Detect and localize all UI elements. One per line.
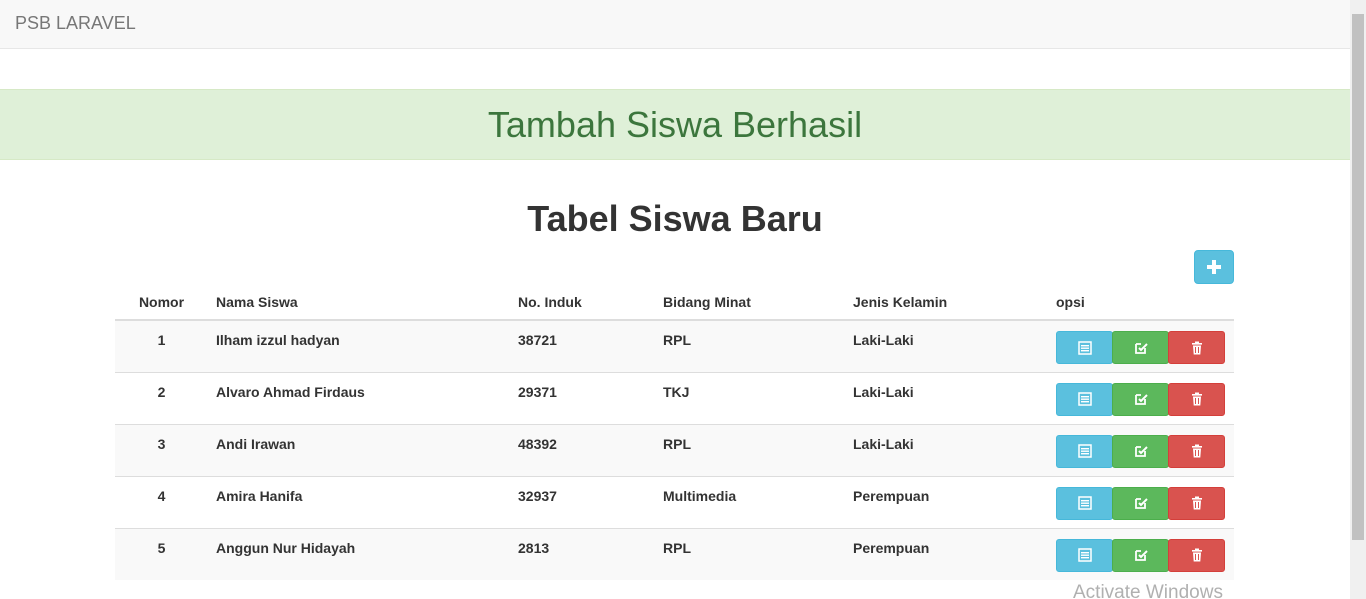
- action-button-group: [1056, 486, 1234, 520]
- cell-nama-siswa: Alvaro Ahmad Firdaus: [216, 371, 518, 424]
- header-opsi: opsi: [1056, 284, 1234, 321]
- action-button-group: [1056, 331, 1234, 364]
- brand-link[interactable]: PSB LARAVEL: [15, 13, 136, 34]
- table-header-row: Nomor Nama Siswa No. Induk Bidang Minat …: [115, 284, 1234, 321]
- edit-button[interactable]: [1112, 434, 1169, 468]
- detail-button[interactable]: [1056, 434, 1113, 468]
- cell-nomor: 1: [115, 320, 216, 372]
- delete-button[interactable]: [1168, 382, 1225, 416]
- add-student-button[interactable]: [1194, 250, 1234, 284]
- cell-jenis-kelamin: Perempuan: [853, 527, 1056, 580]
- cell-bidang-minat: Multimedia: [663, 475, 853, 528]
- cell-no-induk: 2813: [518, 527, 663, 580]
- detail-button[interactable]: [1056, 486, 1113, 520]
- windows-activation-watermark: Activate Windows: [1073, 582, 1223, 599]
- action-button-group: [1056, 538, 1234, 572]
- cell-opsi: [1056, 527, 1234, 580]
- detail-button[interactable]: [1056, 331, 1113, 364]
- cell-bidang-minat: TKJ: [663, 371, 853, 424]
- edit-icon: [1134, 392, 1148, 406]
- cell-jenis-kelamin: Laki-Laki: [853, 371, 1056, 424]
- edit-button[interactable]: [1112, 331, 1169, 364]
- cell-opsi: [1056, 475, 1234, 528]
- cell-nama-siswa: Andi Irawan: [216, 423, 518, 476]
- cell-no-induk: 29371: [518, 371, 663, 424]
- plus-icon: [1207, 260, 1221, 274]
- cell-bidang-minat: RPL: [663, 423, 853, 476]
- list-icon: [1077, 392, 1092, 406]
- cell-no-induk: 32937: [518, 475, 663, 528]
- page-title: Tabel Siswa Baru: [527, 198, 823, 239]
- table-row: 4 Amira Hanifa 32937 Multimedia Perempuan: [115, 475, 1234, 528]
- header-jenis-kelamin: Jenis Kelamin: [853, 284, 1056, 321]
- trash-icon: [1190, 392, 1204, 406]
- student-table: Nomor Nama Siswa No. Induk Bidang Minat …: [115, 284, 1234, 580]
- delete-button[interactable]: [1168, 538, 1225, 572]
- cell-opsi: [1056, 320, 1234, 372]
- header-nomor: Nomor: [115, 284, 216, 321]
- table-row: 2 Alvaro Ahmad Firdaus 29371 TKJ Laki-Laki: [115, 371, 1234, 424]
- action-button-group: [1056, 382, 1234, 416]
- cell-jenis-kelamin: Laki-Laki: [853, 320, 1056, 372]
- edit-button[interactable]: [1112, 382, 1169, 416]
- delete-button[interactable]: [1168, 331, 1225, 364]
- cell-jenis-kelamin: Laki-Laki: [853, 423, 1056, 476]
- trash-icon: [1190, 496, 1204, 510]
- cell-bidang-minat: RPL: [663, 527, 853, 580]
- cell-nama-siswa: Anggun Nur Hidayah: [216, 527, 518, 580]
- cell-jenis-kelamin: Perempuan: [853, 475, 1056, 528]
- cell-nomor: 5: [115, 527, 216, 580]
- list-icon: [1077, 496, 1092, 510]
- edit-icon: [1134, 444, 1148, 458]
- list-icon: [1077, 548, 1092, 562]
- cell-nomor: 2: [115, 371, 216, 424]
- cell-opsi: [1056, 423, 1234, 476]
- table-row: 1 Ilham izzul hadyan 38721 RPL Laki-Laki: [115, 320, 1234, 372]
- edit-button[interactable]: [1112, 538, 1169, 572]
- header-nama-siswa: Nama Siswa: [216, 284, 518, 321]
- delete-button[interactable]: [1168, 486, 1225, 520]
- alert-message: Tambah Siswa Berhasil: [487, 104, 863, 145]
- trash-icon: [1190, 341, 1204, 355]
- cell-nomor: 4: [115, 475, 216, 528]
- detail-button[interactable]: [1056, 538, 1113, 572]
- action-button-group: [1056, 434, 1234, 468]
- success-alert: Tambah Siswa Berhasil: [0, 89, 1350, 160]
- edit-button[interactable]: [1112, 486, 1169, 520]
- vertical-scrollbar[interactable]: [1350, 0, 1366, 599]
- list-icon: [1077, 340, 1092, 355]
- trash-icon: [1190, 548, 1204, 562]
- trash-icon: [1190, 444, 1204, 458]
- table-row: 5 Anggun Nur Hidayah 2813 RPL Perempuan: [115, 527, 1234, 580]
- student-table-wrapper: Nomor Nama Siswa No. Induk Bidang Minat …: [115, 284, 1234, 580]
- cell-no-induk: 38721: [518, 320, 663, 372]
- header-bidang-minat: Bidang Minat: [663, 284, 853, 321]
- detail-button[interactable]: [1056, 382, 1113, 416]
- header-no-induk: No. Induk: [518, 284, 663, 321]
- list-icon: [1077, 444, 1092, 458]
- edit-icon: [1134, 341, 1148, 355]
- cell-nama-siswa: Amira Hanifa: [216, 475, 518, 528]
- edit-icon: [1134, 548, 1148, 562]
- cell-bidang-minat: RPL: [663, 320, 853, 372]
- scrollbar-thumb[interactable]: [1352, 14, 1364, 540]
- cell-no-induk: 48392: [518, 423, 663, 476]
- delete-button[interactable]: [1168, 434, 1225, 468]
- cell-nomor: 3: [115, 423, 216, 476]
- edit-icon: [1134, 496, 1148, 510]
- navbar: PSB LARAVEL: [0, 0, 1350, 49]
- table-row: 3 Andi Irawan 48392 RPL Laki-Laki: [115, 423, 1234, 476]
- cell-nama-siswa: Ilham izzul hadyan: [216, 320, 518, 372]
- cell-opsi: [1056, 371, 1234, 424]
